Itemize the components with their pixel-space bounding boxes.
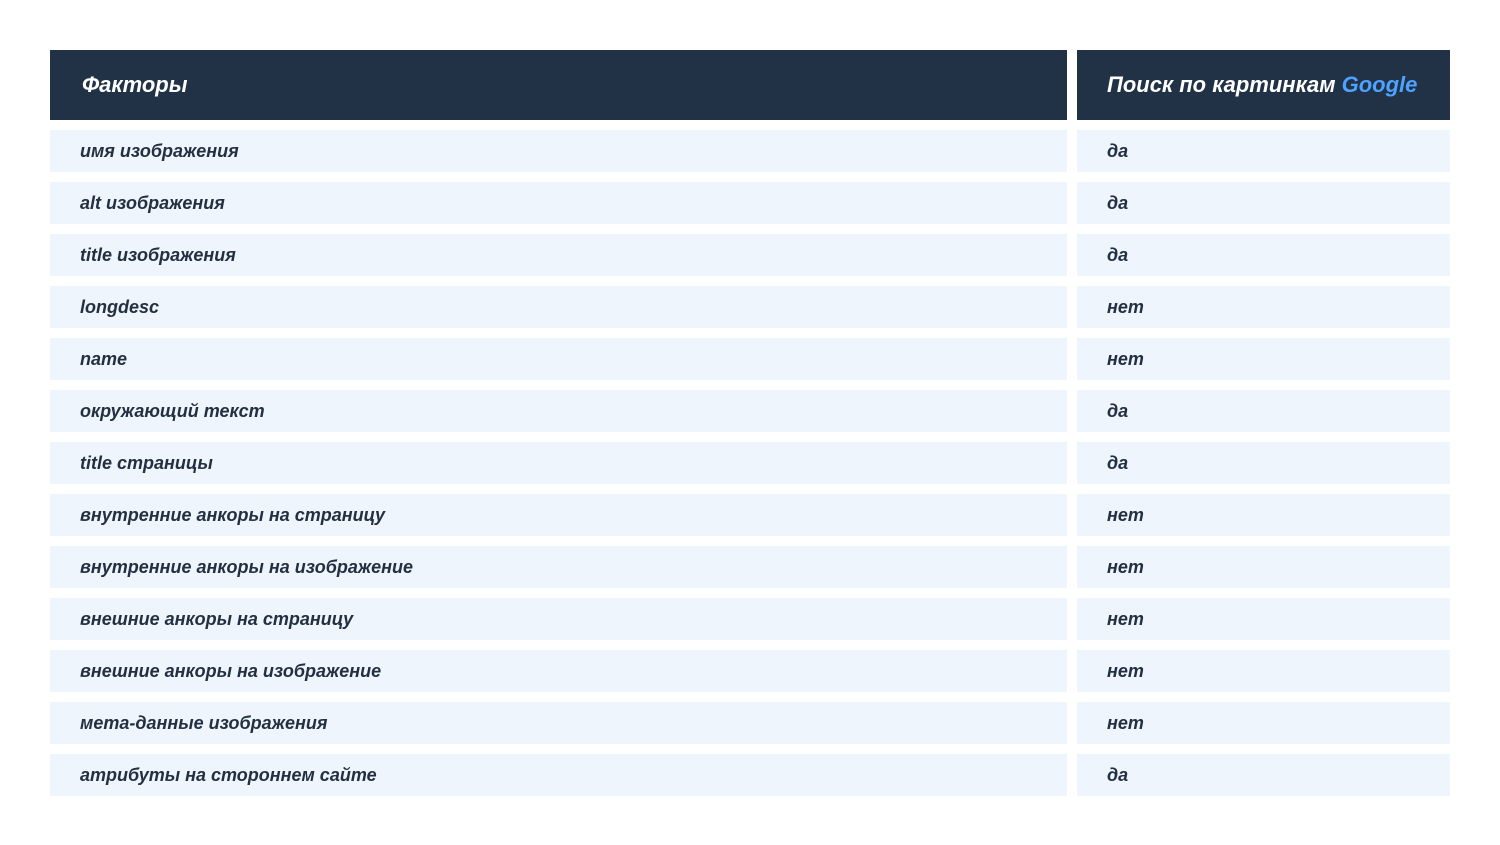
table-row-value: нет <box>1077 286 1450 328</box>
table-row-factor: title страницы <box>50 442 1067 484</box>
table-row-value: да <box>1077 754 1450 796</box>
table-body: имя изображения да alt изображения да title … <box>50 130 1450 796</box>
table-row-factor: имя изображения <box>50 130 1067 172</box>
table-row-value: нет <box>1077 598 1450 640</box>
table-row-value: нет <box>1077 338 1450 380</box>
header-google-brand: Google <box>1341 72 1418 97</box>
table-row-factor: атрибуты на стороннем сайте <box>50 754 1067 796</box>
table-row-value: да <box>1077 182 1450 224</box>
table-row-factor: alt изображения <box>50 182 1067 224</box>
header-google-image-search: Поиск по картинкам Google <box>1077 50 1450 120</box>
table-row-value: нет <box>1077 494 1450 536</box>
table-row-factor: мета-данные изображения <box>50 702 1067 744</box>
header-search-label: Поиск по картинкам <box>1107 72 1336 97</box>
table-row-factor: внутренние анкоры на страницу <box>50 494 1067 536</box>
table-row-factor: внутренние анкоры на изображение <box>50 546 1067 588</box>
table-row-value: да <box>1077 390 1450 432</box>
table-row-factor: longdesc <box>50 286 1067 328</box>
factors-table: Факторы Поиск по картинкам Google имя из… <box>50 50 1450 796</box>
header-factors: Факторы <box>50 50 1067 120</box>
table-row-value: да <box>1077 130 1450 172</box>
table-row-factor: name <box>50 338 1067 380</box>
table-row-value: да <box>1077 442 1450 484</box>
table-row-value: нет <box>1077 546 1450 588</box>
table-row-value: нет <box>1077 702 1450 744</box>
table-row-factor: окружающий текст <box>50 390 1067 432</box>
table-row-value: да <box>1077 234 1450 276</box>
table-row-factor: title изображения <box>50 234 1067 276</box>
header-factors-label: Факторы <box>82 72 188 97</box>
table-row-factor: внешние анкоры на страницу <box>50 598 1067 640</box>
table-row-value: нет <box>1077 650 1450 692</box>
table-row-factor: внешние анкоры на изображение <box>50 650 1067 692</box>
